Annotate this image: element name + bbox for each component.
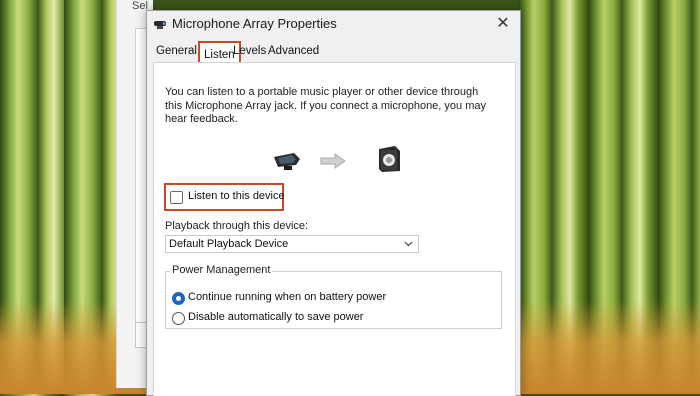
webcam-microphone-icon	[274, 153, 300, 170]
listen-description: You can listen to a portable music playe…	[165, 86, 486, 125]
listen-checkbox-highlight: Listen to this device	[164, 183, 285, 211]
chevron-down-icon	[404, 241, 413, 247]
playback-device-dropdown[interactable]: Default Playback Device	[165, 235, 419, 253]
dialog-title: Microphone Array Properties	[172, 16, 337, 31]
microphone-array-icon	[154, 21, 166, 29]
listen-checkbox[interactable]	[170, 191, 183, 204]
device-diagram	[272, 145, 412, 177]
right-arrow-icon	[320, 153, 346, 169]
microphone-properties-dialog: Microphone Array Properties ✕ General Li…	[146, 10, 521, 396]
tab-advanced[interactable]: Advanced	[268, 45, 319, 57]
power-management-title: Power Management	[170, 264, 273, 276]
radio-disable-automatically-label[interactable]: Disable automatically to save power	[188, 311, 363, 323]
close-button[interactable]: ✕	[490, 13, 516, 35]
playback-device-value: Default Playback Device	[169, 238, 289, 250]
playback-label: Playback through this device:	[165, 220, 309, 232]
power-management-group: Power Management Continue running when o…	[165, 264, 502, 329]
listen-tab-panel: You can listen to a portable music playe…	[153, 62, 516, 396]
tab-levels[interactable]: Levels	[233, 45, 266, 57]
radio-continue-running[interactable]	[172, 292, 185, 305]
title-bar[interactable]: Microphone Array Properties ✕	[147, 11, 520, 39]
radio-continue-running-label[interactable]: Continue running when on battery power	[188, 291, 386, 303]
speaker-icon	[379, 146, 400, 172]
listen-checkbox-label[interactable]: Listen to this device	[188, 190, 285, 202]
tab-general[interactable]: General	[156, 45, 197, 57]
radio-disable-automatically[interactable]	[172, 312, 185, 325]
